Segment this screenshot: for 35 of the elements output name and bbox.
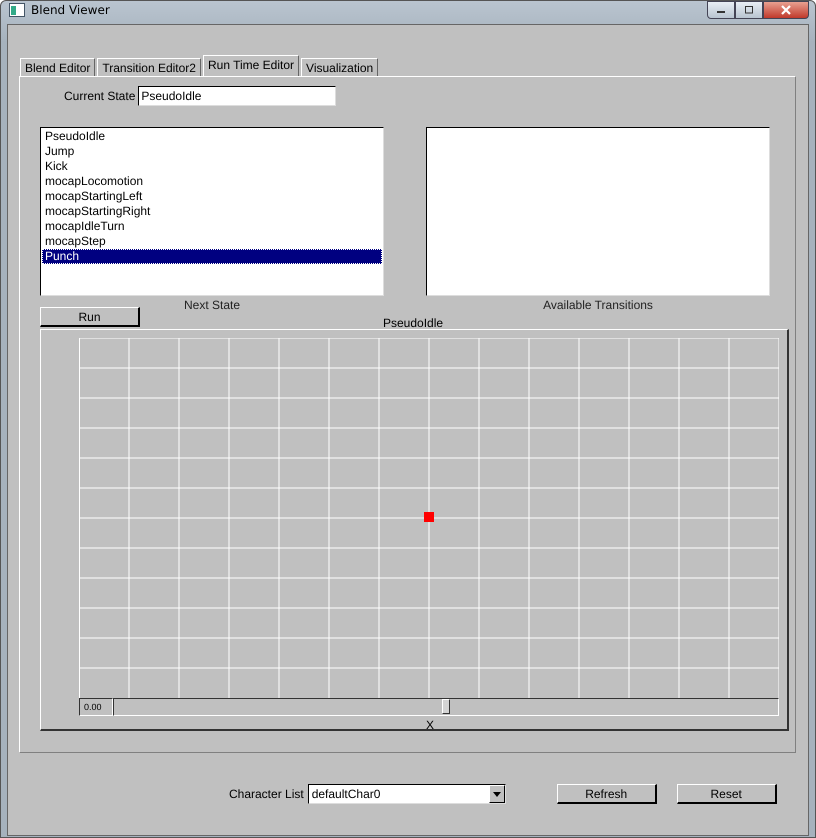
run-button[interactable]: Run	[40, 307, 140, 327]
character-dropdown[interactable]: defaultChar0	[308, 784, 506, 804]
tab[interactable]: Blend Editor	[20, 58, 96, 76]
window-title: Blend Viewer	[31, 3, 110, 17]
list-item[interactable]: mocapStep	[42, 234, 382, 249]
position-marker	[424, 512, 434, 522]
tab[interactable]: Transition Editor2	[97, 58, 201, 76]
list-item[interactable]: mocapIdleTurn	[42, 219, 382, 234]
maximize-button[interactable]	[735, 1, 763, 19]
slider-value: 0.00	[79, 698, 113, 716]
tab[interactable]: Run Time Editor	[202, 55, 300, 76]
list-item[interactable]: mocapStartingRight	[42, 204, 382, 219]
axis-label: X	[426, 718, 434, 732]
slider-thumb[interactable]	[442, 699, 450, 714]
list-item[interactable]: Punch	[42, 249, 382, 264]
list-item[interactable]: mocapStartingLeft	[42, 189, 382, 204]
list-item[interactable]: PseudoIdle	[42, 129, 382, 144]
plot-title: PseudoIdle	[383, 316, 444, 330]
available-transitions-label: Available Transitions	[543, 298, 653, 312]
list-item[interactable]: Kick	[42, 159, 382, 174]
minimize-button[interactable]	[707, 1, 735, 19]
close-button[interactable]	[763, 1, 809, 19]
tab[interactable]: Visualization	[301, 58, 378, 76]
current-state-label: Current State	[64, 89, 136, 103]
list-item[interactable]: mocapLocomotion	[42, 174, 382, 189]
next-state-label: Next State	[184, 298, 240, 312]
current-state-field[interactable]: PseudoIdle	[138, 86, 336, 106]
close-icon	[780, 5, 792, 15]
reset-button[interactable]: Reset	[676, 784, 777, 804]
slider-track[interactable]	[113, 698, 779, 716]
refresh-button[interactable]: Refresh	[556, 784, 657, 804]
list-item[interactable]: Jump	[42, 144, 382, 159]
character-list-label: Character List	[229, 787, 304, 801]
maximize-icon	[744, 6, 754, 14]
window-icon	[9, 3, 25, 17]
